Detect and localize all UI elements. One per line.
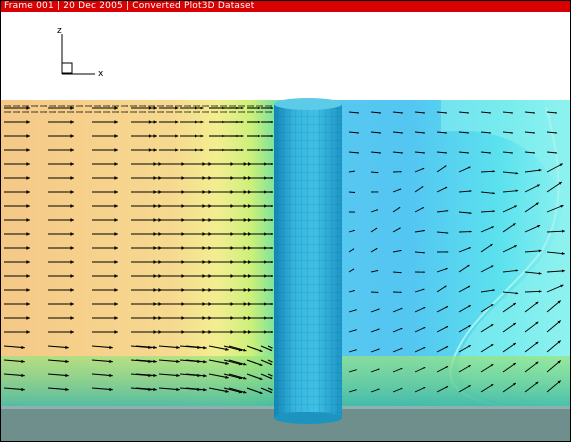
cylinder-body[interactable] xyxy=(274,98,342,424)
flow-field-plot: z x xyxy=(1,26,570,441)
xz-axis-triad-icon: z x xyxy=(57,26,104,79)
visualization-viewport[interactable]: z x xyxy=(1,12,570,441)
frame-title-bar: Frame 001 | 20 Dec 2005 | Converted Plot… xyxy=(1,1,570,12)
plot-window: Frame 001 | 20 Dec 2005 | Converted Plot… xyxy=(0,0,571,442)
axis-label-z: z xyxy=(57,26,62,36)
axis-label-x: x xyxy=(98,69,104,79)
